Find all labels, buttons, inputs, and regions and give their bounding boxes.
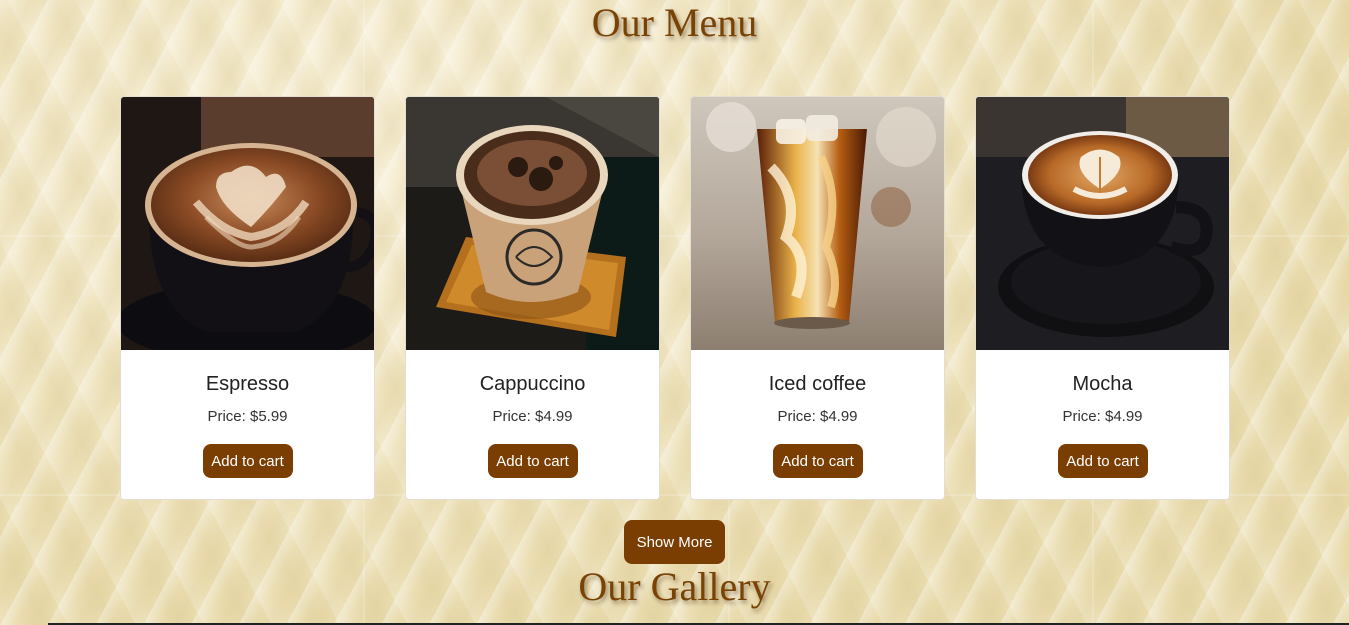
add-to-cart-button[interactable]: Add to cart (487, 444, 578, 478)
espresso-image (121, 97, 374, 350)
menu-item-price: Price: $5.99 (207, 408, 288, 425)
menu-card-mocha: Mocha Price: $4.99 Add to cart (975, 96, 1230, 500)
menu-card-cappuccino: Cappuccino Price: $4.99 Add to cart (405, 96, 660, 500)
mocha-image (976, 97, 1229, 350)
menu-item-name: Espresso (205, 373, 290, 395)
menu-section-title: Our Menu (591, 0, 758, 45)
cappuccino-image (406, 97, 659, 350)
menu-item-price: Price: $4.99 (777, 408, 858, 425)
iced-coffee-image (691, 97, 944, 350)
menu-card-espresso: Espresso Price: $5.99 Add to cart (120, 96, 375, 500)
menu-item-name: Cappuccino (479, 373, 586, 395)
show-more-button[interactable]: Show More (624, 520, 725, 564)
gallery-section-title: Our Gallery (578, 564, 771, 609)
menu-item-name: Mocha (1072, 373, 1133, 395)
add-to-cart-button[interactable]: Add to cart (1057, 444, 1148, 478)
menu-item-price: Price: $4.99 (1062, 408, 1143, 425)
add-to-cart-button[interactable]: Add to cart (202, 444, 293, 478)
menu-card-iced-coffee: Iced coffee Price: $4.99 Add to cart (690, 96, 945, 500)
menu-item-name: Iced coffee (768, 373, 867, 395)
add-to-cart-button[interactable]: Add to cart (772, 444, 863, 478)
menu-item-price: Price: $4.99 (492, 408, 573, 425)
